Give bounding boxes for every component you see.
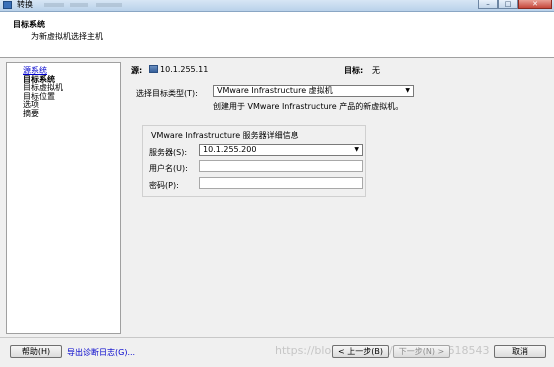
wizard-steps: 源系统 目标系统 目标虚拟机 目标位置 选项 摘要: [23, 66, 63, 118]
username-field[interactable]: [199, 160, 363, 172]
help-button[interactable]: 帮助(H): [10, 345, 62, 358]
server-label: 服务器(S):: [149, 148, 188, 157]
blurred-menu-item: [70, 3, 88, 7]
dest-type-select[interactable]: VMware Infrastructure 虚拟机 ▼: [213, 85, 414, 97]
export-logs-link[interactable]: 导出诊断日志(G)...: [67, 347, 135, 358]
back-button[interactable]: < 上一步(B): [332, 345, 389, 358]
dest-type-description: 创建用于 VMware Infrastructure 产品的新虚拟机。: [213, 102, 404, 111]
wizard-steps-pane: 源系统 目标系统 目标虚拟机 目标位置 选项 摘要: [6, 62, 121, 334]
maximize-button[interactable]: □: [498, 0, 518, 9]
server-combobox[interactable]: 10.1.255.200 ▼: [199, 144, 363, 156]
footer-divider: [0, 337, 554, 338]
username-label: 用户名(U):: [149, 164, 188, 173]
title-bar[interactable]: 转换 – □ ✕: [0, 0, 554, 12]
dest-type-value: VMware Infrastructure 虚拟机: [217, 86, 333, 95]
target-label: 目标:: [344, 66, 364, 75]
page-title: 目标系统: [13, 20, 45, 29]
chevron-down-icon: ▼: [405, 87, 410, 94]
server-value: 10.1.255.200: [203, 145, 257, 154]
cancel-button[interactable]: 取消: [494, 345, 546, 358]
source-host: 10.1.255.11: [149, 65, 208, 74]
app-icon: [3, 1, 12, 9]
source-value: 10.1.255.11: [160, 65, 209, 74]
minimize-button[interactable]: –: [478, 0, 498, 9]
group-title: VMware Infrastructure 服务器详细信息: [151, 131, 299, 140]
close-button[interactable]: ✕: [518, 0, 552, 9]
password-field[interactable]: [199, 177, 363, 189]
blurred-menu-item: [96, 3, 122, 7]
dest-type-label: 选择目标类型(T):: [136, 89, 198, 98]
main-panel: 源: 10.1.255.11 目标: 无 选择目标类型(T): VMware I…: [122, 57, 547, 337]
source-label: 源:: [131, 66, 143, 75]
target-value: 无: [372, 66, 380, 75]
password-label: 密码(P):: [149, 181, 179, 190]
wizard-header: 目标系统 为新虚拟机选择主机: [0, 12, 554, 58]
blurred-menu-item: [44, 3, 64, 7]
page-subtitle: 为新虚拟机选择主机: [31, 32, 103, 41]
host-icon: [149, 65, 158, 73]
chevron-down-icon: ▼: [354, 146, 359, 153]
step-summary: 摘要: [23, 108, 39, 118]
next-button[interactable]: 下一步(N) >: [393, 345, 450, 358]
window-title: 转换: [17, 0, 33, 9]
